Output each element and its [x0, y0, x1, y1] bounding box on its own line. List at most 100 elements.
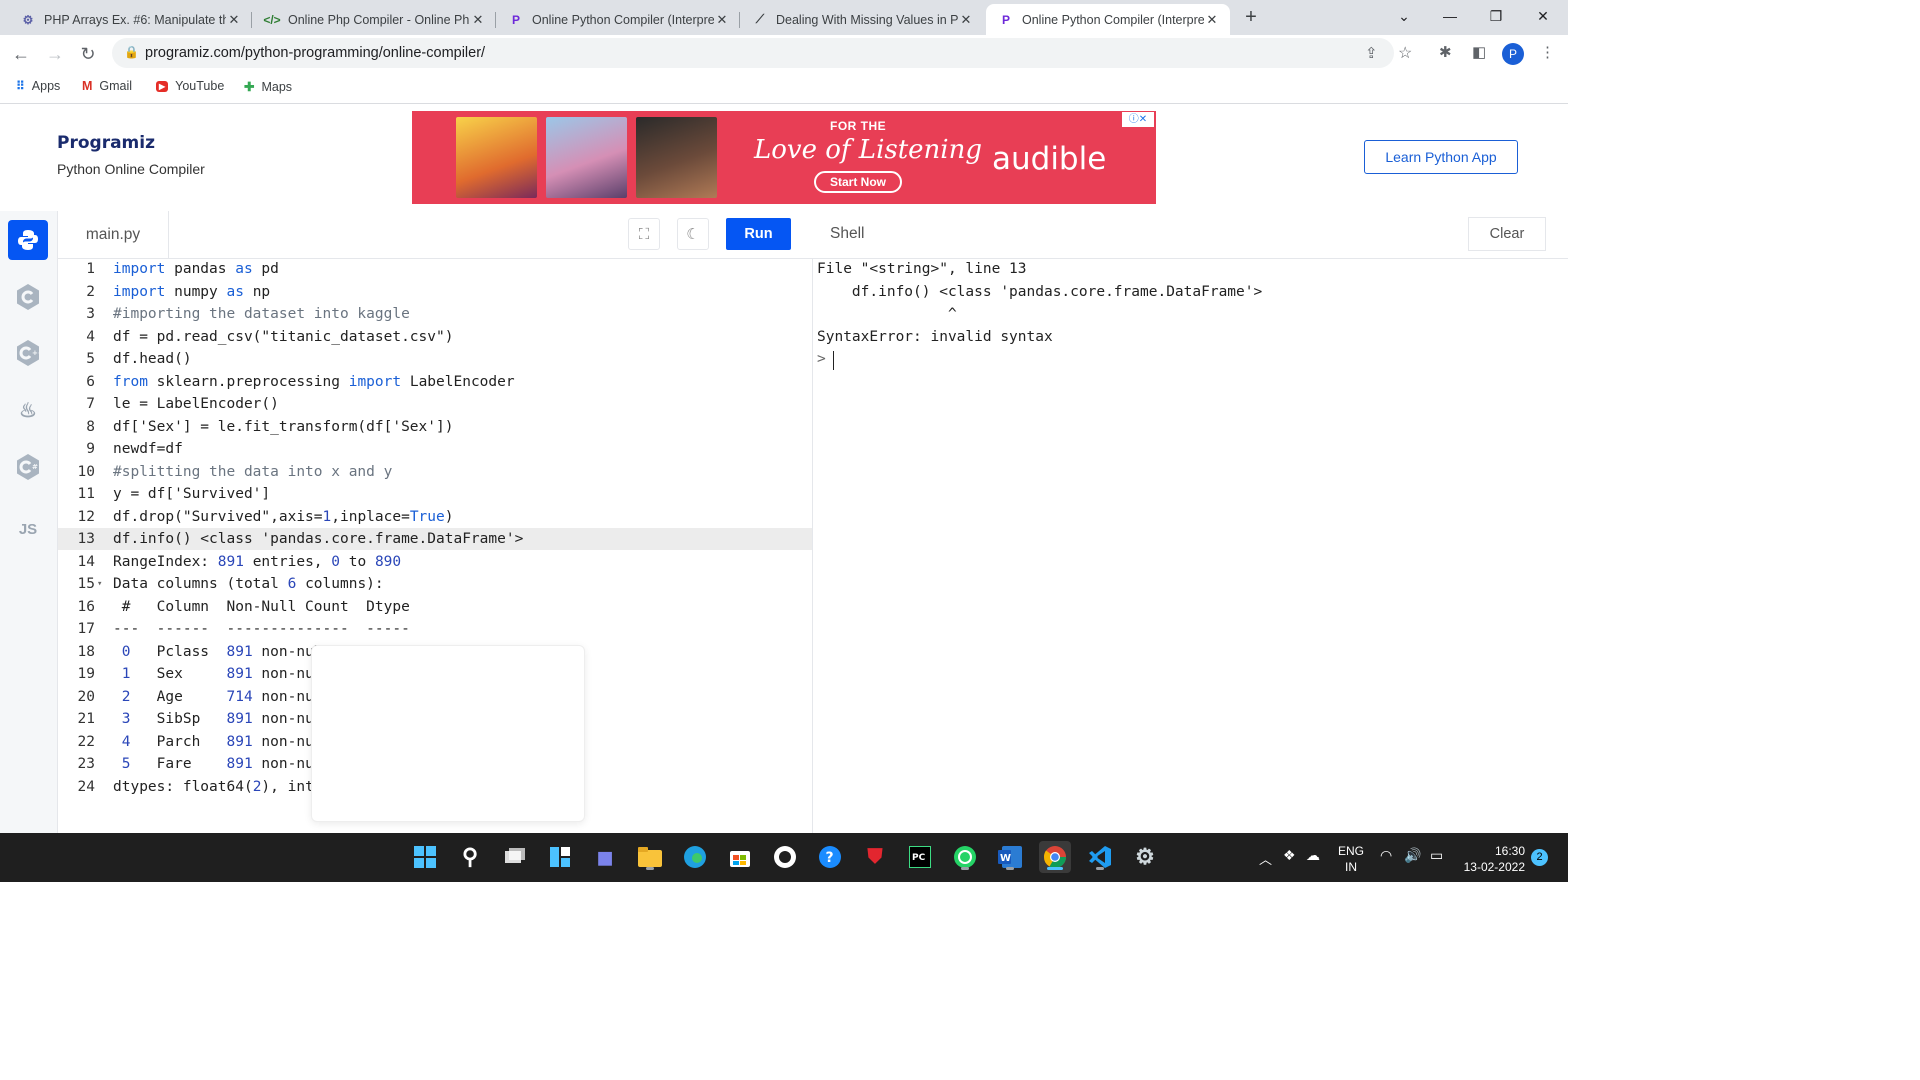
close-icon[interactable]: ✕ — [958, 12, 974, 28]
teams-chat-icon[interactable]: ◼ — [589, 841, 621, 873]
notification-badge[interactable]: 2 — [1531, 849, 1548, 866]
dark-mode-icon[interactable]: ☾ — [677, 218, 709, 250]
clear-button[interactable]: Clear — [1468, 217, 1546, 251]
forward-icon[interactable]: → — [42, 41, 68, 67]
window-close-icon[interactable]: ✕ — [1520, 0, 1566, 32]
battery-icon[interactable]: ▭ — [1430, 847, 1443, 864]
line-number: 8 — [86, 418, 95, 435]
code-text: df.drop("Survived",axis=1,inplace=True) — [113, 508, 454, 525]
fullscreen-icon[interactable]: ⛶ — [628, 218, 660, 250]
minimize-icon[interactable]: — — [1427, 0, 1473, 32]
volume-icon[interactable]: 🔊 — [1404, 847, 1421, 864]
code-line[interactable]: 13 df.info() <class 'pandas.core.frame.Da… — [58, 528, 812, 550]
task-view-icon[interactable] — [499, 841, 531, 873]
tab-search-icon[interactable]: ⌄ — [1381, 0, 1427, 32]
bookmark-apps[interactable]: ⠿ Apps — [16, 79, 60, 93]
code-text: #importing the dataset into kaggle — [113, 306, 410, 322]
run-button[interactable]: Run — [726, 218, 791, 250]
settings-gear-icon[interactable]: ⚙ — [1129, 841, 1161, 873]
code-line[interactable]: 1 import pandas as pd — [58, 258, 812, 280]
fold-arrow-icon[interactable]: ▾ — [97, 573, 102, 595]
close-icon[interactable]: ✕ — [470, 12, 486, 28]
code-text: from sklearn.preprocessing import LabelE… — [113, 373, 515, 390]
store-icon[interactable] — [724, 841, 756, 873]
share-icon[interactable]: ⇪ — [1365, 44, 1378, 62]
ad-choices-icon[interactable]: ⓘ✕ — [1122, 112, 1154, 127]
widgets-icon[interactable] — [544, 841, 576, 873]
whatsapp-icon[interactable] — [949, 841, 981, 873]
browser-tab[interactable]: P Online Python Compiler (Interpre ✕ — [496, 4, 740, 35]
tray-overflow-icon[interactable]: ︿ — [1259, 849, 1272, 868]
browser-tab[interactable]: ⟋ Dealing With Missing Values in P ✕ — [740, 4, 984, 35]
code-line[interactable]: 5 df.head() — [58, 348, 812, 370]
new-tab-button[interactable]: + — [1240, 6, 1262, 28]
python-icon[interactable] — [8, 220, 48, 260]
code-line[interactable]: 9 newdf=df — [58, 438, 812, 460]
search-icon[interactable]: ⚲ — [454, 841, 486, 873]
shell-output[interactable]: File "<string>", line 13 df.info() <clas… — [817, 258, 1557, 828]
code-line[interactable]: 12 df.drop("Survived",axis=1,inplace=True… — [58, 506, 812, 528]
back-icon[interactable]: ← — [8, 41, 34, 67]
file-tab-main-py[interactable]: main.py — [58, 211, 169, 258]
advertisement-banner[interactable]: FOR THE Love of Listening Start Now audi… — [412, 111, 1156, 204]
extensions-icon[interactable]: ✱ — [1439, 43, 1452, 61]
csharp-icon[interactable]: # — [8, 447, 48, 487]
code-line[interactable]: 4 df = pd.read_csv("titanic_dataset.csv") — [58, 326, 812, 348]
cpp-icon[interactable]: ++ — [8, 333, 48, 373]
bookmark-youtube[interactable]: ▶ YouTube — [156, 79, 224, 93]
code-line[interactable]: 7 le = LabelEncoder() — [58, 393, 812, 415]
language-indicator[interactable]: ENG IN — [1338, 843, 1364, 875]
side-panel-icon[interactable]: ◧ — [1472, 43, 1486, 61]
chrome-icon[interactable] — [1039, 841, 1071, 873]
code-line[interactable]: 2 import numpy as np — [58, 281, 812, 303]
reload-icon[interactable]: ↻ — [75, 41, 101, 67]
programiz-logo[interactable]: Programiz — [57, 133, 205, 153]
windows-start-icon[interactable] — [409, 841, 441, 873]
ad-cta-button[interactable]: Start Now — [814, 171, 902, 193]
browser-tab[interactable]: </> Online Php Compiler - Online Ph ✕ — [252, 4, 496, 35]
svg-text:PC: PC — [912, 853, 926, 863]
javascript-icon[interactable]: JS — [8, 509, 48, 549]
line-number: 23 — [77, 756, 95, 772]
bookmark-maps[interactable]: ✚ Maps — [244, 79, 292, 95]
code-line[interactable]: 17 --- ------ -------------- ----- — [58, 618, 812, 640]
learn-python-app-button[interactable]: Learn Python App — [1364, 140, 1518, 174]
close-icon[interactable]: ✕ — [226, 12, 242, 28]
code-line[interactable]: 10 #splitting the data into x and y — [58, 461, 812, 483]
c-language-icon[interactable] — [8, 277, 48, 317]
code-line[interactable]: 3 #importing the dataset into kaggle — [58, 303, 812, 325]
restore-icon[interactable]: ❐ — [1473, 0, 1519, 32]
address-bar[interactable]: 🔒 programiz.com/python-programming/onlin… — [112, 38, 1412, 68]
java-icon[interactable]: ♨ — [8, 390, 48, 430]
code-line[interactable]: 8 df['Sex'] = le.fit_transform(df['Sex']) — [58, 416, 812, 438]
onedrive-icon[interactable]: ☁ — [1306, 847, 1320, 864]
code-line[interactable]: 11 y = df['Survived'] — [58, 483, 812, 505]
bookmark-star-icon[interactable]: ☆ — [1398, 43, 1412, 63]
shell-header: Shell Clear — [812, 211, 1568, 259]
code-line[interactable]: 16 # Column Non-Null Count Dtype — [58, 596, 812, 618]
clock-date: 13-02-2022 — [1463, 860, 1525, 874]
github-icon[interactable] — [769, 841, 801, 873]
wifi-icon[interactable]: ◠ — [1380, 847, 1392, 864]
line-number: 21 — [77, 711, 95, 727]
help-icon[interactable]: ? — [814, 841, 846, 873]
bookmark-gmail[interactable]: M Gmail — [82, 79, 132, 93]
dropbox-icon[interactable]: ❖ — [1283, 847, 1296, 864]
code-line[interactable]: 14 RangeIndex: 891 entries, 0 to 890 — [58, 551, 812, 573]
code-line[interactable]: 6 from sklearn.preprocessing import Label… — [58, 371, 812, 393]
close-icon[interactable]: ✕ — [714, 12, 730, 28]
menu-icon[interactable]: ⋮ — [1540, 43, 1555, 61]
word-icon[interactable]: W — [994, 841, 1026, 873]
edge-icon[interactable] — [679, 841, 711, 873]
vscode-icon[interactable] — [1084, 841, 1116, 873]
line-number: 17 — [77, 621, 95, 637]
mcafee-icon[interactable]: ⛊ — [859, 841, 891, 873]
code-line[interactable]: 15 ▾ Data columns (total 6 columns): — [58, 573, 812, 595]
pycharm-icon[interactable]: PC — [904, 841, 936, 873]
browser-tab-active[interactable]: P Online Python Compiler (Interpre ✕ — [986, 4, 1230, 35]
profile-avatar[interactable]: P — [1502, 43, 1524, 65]
clock[interactable]: 16:30 13-02-2022 — [1461, 843, 1525, 875]
close-icon[interactable]: ✕ — [1204, 12, 1220, 28]
file-explorer-icon[interactable] — [634, 841, 666, 873]
browser-tab[interactable]: ⚙ PHP Arrays Ex. #6: Manipulate th ✕ — [8, 4, 252, 35]
